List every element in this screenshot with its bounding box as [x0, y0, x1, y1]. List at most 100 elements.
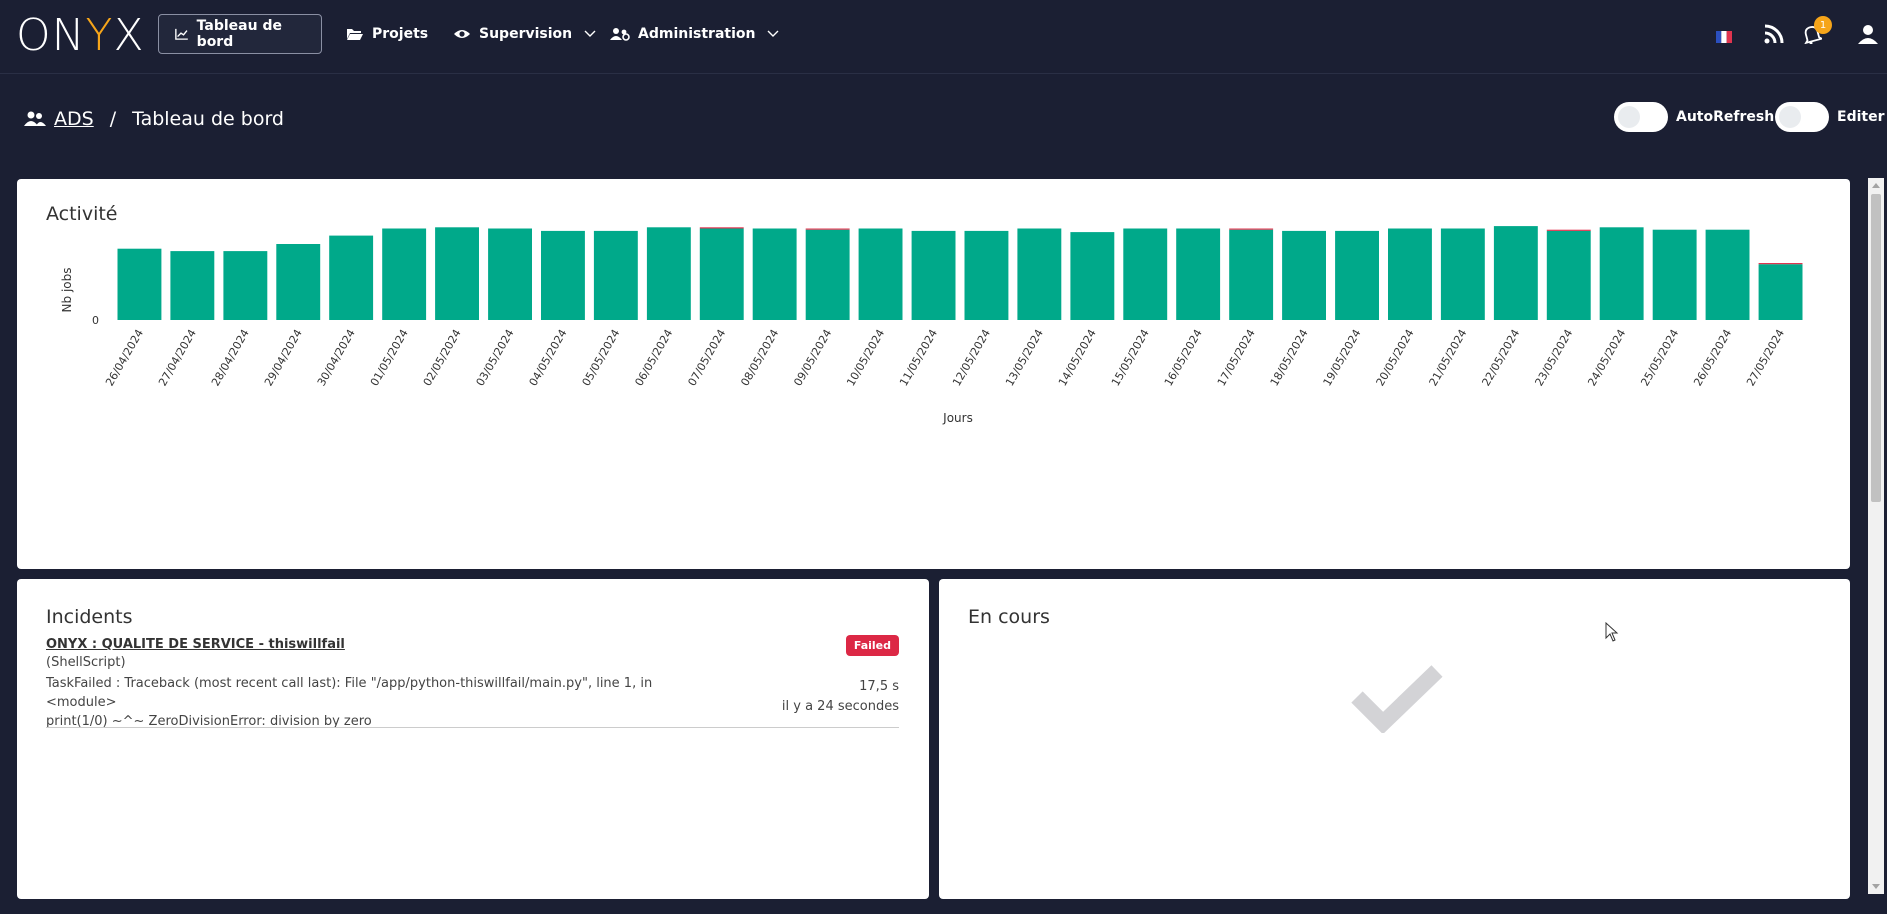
bar-success[interactable]: [435, 227, 479, 320]
bar-success[interactable]: [1546, 230, 1591, 320]
en-cours-card: En cours: [939, 579, 1850, 899]
x-tick-label: 09/05/2024: [791, 327, 834, 388]
logo-text-accent: Y: [85, 10, 114, 61]
check-icon: [1351, 665, 1443, 733]
chevron-down-icon: [767, 30, 779, 37]
bar-failed[interactable]: [1546, 229, 1591, 231]
notifications-button[interactable]: 1: [1802, 16, 1832, 48]
x-tick-label: 19/05/2024: [1321, 327, 1364, 388]
bar-success[interactable]: [964, 230, 1009, 320]
incident-message: TaskFailed : Traceback (most recent call…: [46, 674, 726, 731]
status-badge: Failed: [845, 635, 899, 656]
page-scrollbar[interactable]: [1868, 178, 1884, 894]
nav-supervision[interactable]: Supervision: [437, 14, 612, 54]
bar-success[interactable]: [541, 230, 585, 320]
bar-success[interactable]: [1599, 227, 1644, 320]
bar-failed[interactable]: [1758, 263, 1803, 265]
x-tick-label: 17/05/2024: [1215, 327, 1258, 388]
x-axis-label: Jours: [942, 411, 973, 425]
bar-success[interactable]: [276, 244, 321, 320]
nav-label: Projets: [372, 26, 429, 42]
bar-success[interactable]: [329, 235, 374, 320]
editer-toggle[interactable]: [1775, 102, 1829, 132]
bar-success[interactable]: [805, 229, 850, 320]
mouse-cursor-icon: [1605, 622, 1619, 642]
incident-time-ago: il y a 24 secondes: [781, 699, 899, 714]
bar-success[interactable]: [1388, 228, 1432, 321]
incident-duration: 17,5 s: [859, 679, 899, 694]
x-tick-label: 14/05/2024: [1056, 327, 1099, 388]
rss-button[interactable]: [1764, 24, 1784, 48]
incidents-title: Incidents: [46, 606, 133, 628]
x-tick-label: 28/04/2024: [209, 327, 252, 388]
incidents-card: Incidents ONYX : QUALITE DE SERVICE - th…: [17, 579, 929, 899]
page-title: Tableau de bord: [132, 108, 284, 130]
bar-success[interactable]: [223, 251, 268, 320]
x-tick-label: 30/04/2024: [315, 327, 358, 388]
x-tick-label: 01/05/2024: [368, 327, 411, 388]
bar-success[interactable]: [1229, 229, 1274, 320]
autorefresh-toggle[interactable]: [1614, 102, 1668, 132]
scroll-up-arrow[interactable]: [1872, 183, 1880, 188]
x-tick-label: 27/05/2024: [1744, 327, 1787, 388]
chart-line-icon: [175, 28, 188, 40]
activity-chart: Nb jobs 0 26/04/2024 27/04/2024 28/04/2024 29…: [60, 226, 1803, 425]
bar-success[interactable]: [911, 230, 956, 320]
x-tick-label: 24/05/2024: [1585, 327, 1628, 388]
x-tick-label: 15/05/2024: [1109, 327, 1152, 388]
bar-success[interactable]: [646, 227, 691, 320]
bar-success[interactable]: [1493, 226, 1538, 320]
bar-success[interactable]: [1017, 228, 1062, 321]
bar-success[interactable]: [488, 228, 532, 321]
breadcrumb-team-link[interactable]: ADS: [24, 108, 94, 130]
incident-divider: [46, 727, 899, 728]
rss-icon: [1764, 24, 1784, 44]
bar-success[interactable]: [170, 251, 215, 320]
nav-administration[interactable]: Administration: [594, 14, 795, 54]
x-tick-label: 27/04/2024: [156, 327, 199, 388]
scroll-thumb[interactable]: [1871, 194, 1881, 502]
bar-failed[interactable]: [1229, 228, 1274, 230]
notification-badge: 1: [1814, 16, 1832, 34]
nav-projets[interactable]: Projets: [330, 14, 444, 54]
x-tick-label: 26/04/2024: [103, 327, 146, 388]
bar-success[interactable]: [1176, 228, 1221, 321]
bar-success[interactable]: [1440, 228, 1485, 321]
autorefresh-toggle-group: AutoRefresh: [1614, 102, 1774, 132]
user-menu-button[interactable]: [1858, 24, 1878, 48]
x-tick-label: 04/05/2024: [527, 327, 570, 388]
bar-success[interactable]: [117, 248, 162, 320]
x-tick-label: 05/05/2024: [580, 327, 623, 388]
bar-success[interactable]: [1335, 230, 1379, 320]
folder-open-icon: [347, 29, 363, 40]
bar-success[interactable]: [1070, 232, 1115, 320]
bar-failed[interactable]: [805, 228, 850, 230]
bar-success[interactable]: [1758, 264, 1803, 320]
onyx-logo[interactable]: ON Y X: [16, 10, 145, 61]
x-tick-label: 11/05/2024: [897, 327, 940, 388]
bar-success[interactable]: [1282, 230, 1326, 320]
flag-fr-icon: [1716, 31, 1732, 43]
logo-text: ON: [16, 10, 86, 61]
nav-tableau-de-bord[interactable]: Tableau de bord: [158, 14, 322, 54]
x-tick-label: 18/05/2024: [1268, 327, 1311, 388]
bar-success[interactable]: [1652, 229, 1697, 320]
bar-success[interactable]: [752, 228, 797, 321]
x-tick-label: 20/05/2024: [1374, 327, 1417, 388]
bar-success[interactable]: [699, 228, 744, 321]
bar-success[interactable]: [593, 230, 638, 320]
bar-success[interactable]: [1123, 228, 1168, 321]
scroll-down-arrow[interactable]: [1872, 884, 1880, 889]
bar-success[interactable]: [1705, 229, 1750, 320]
x-tick-label: 12/05/2024: [950, 327, 993, 388]
bar-success[interactable]: [858, 228, 903, 321]
french-flag-icon[interactable]: [1716, 28, 1732, 47]
bar-success[interactable]: [382, 228, 427, 321]
nav-label: Supervision: [479, 26, 573, 42]
bar-failed[interactable]: [699, 227, 744, 229]
breadcrumb: ADS / Tableau de bord: [24, 104, 284, 134]
x-tick-label: 26/05/2024: [1691, 327, 1734, 388]
incident-name-link[interactable]: ONYX : QUALITE DE SERVICE - thiswillfail: [46, 637, 345, 652]
x-tick-label: 16/05/2024: [1162, 327, 1205, 388]
logo-text-end: X: [113, 10, 145, 61]
